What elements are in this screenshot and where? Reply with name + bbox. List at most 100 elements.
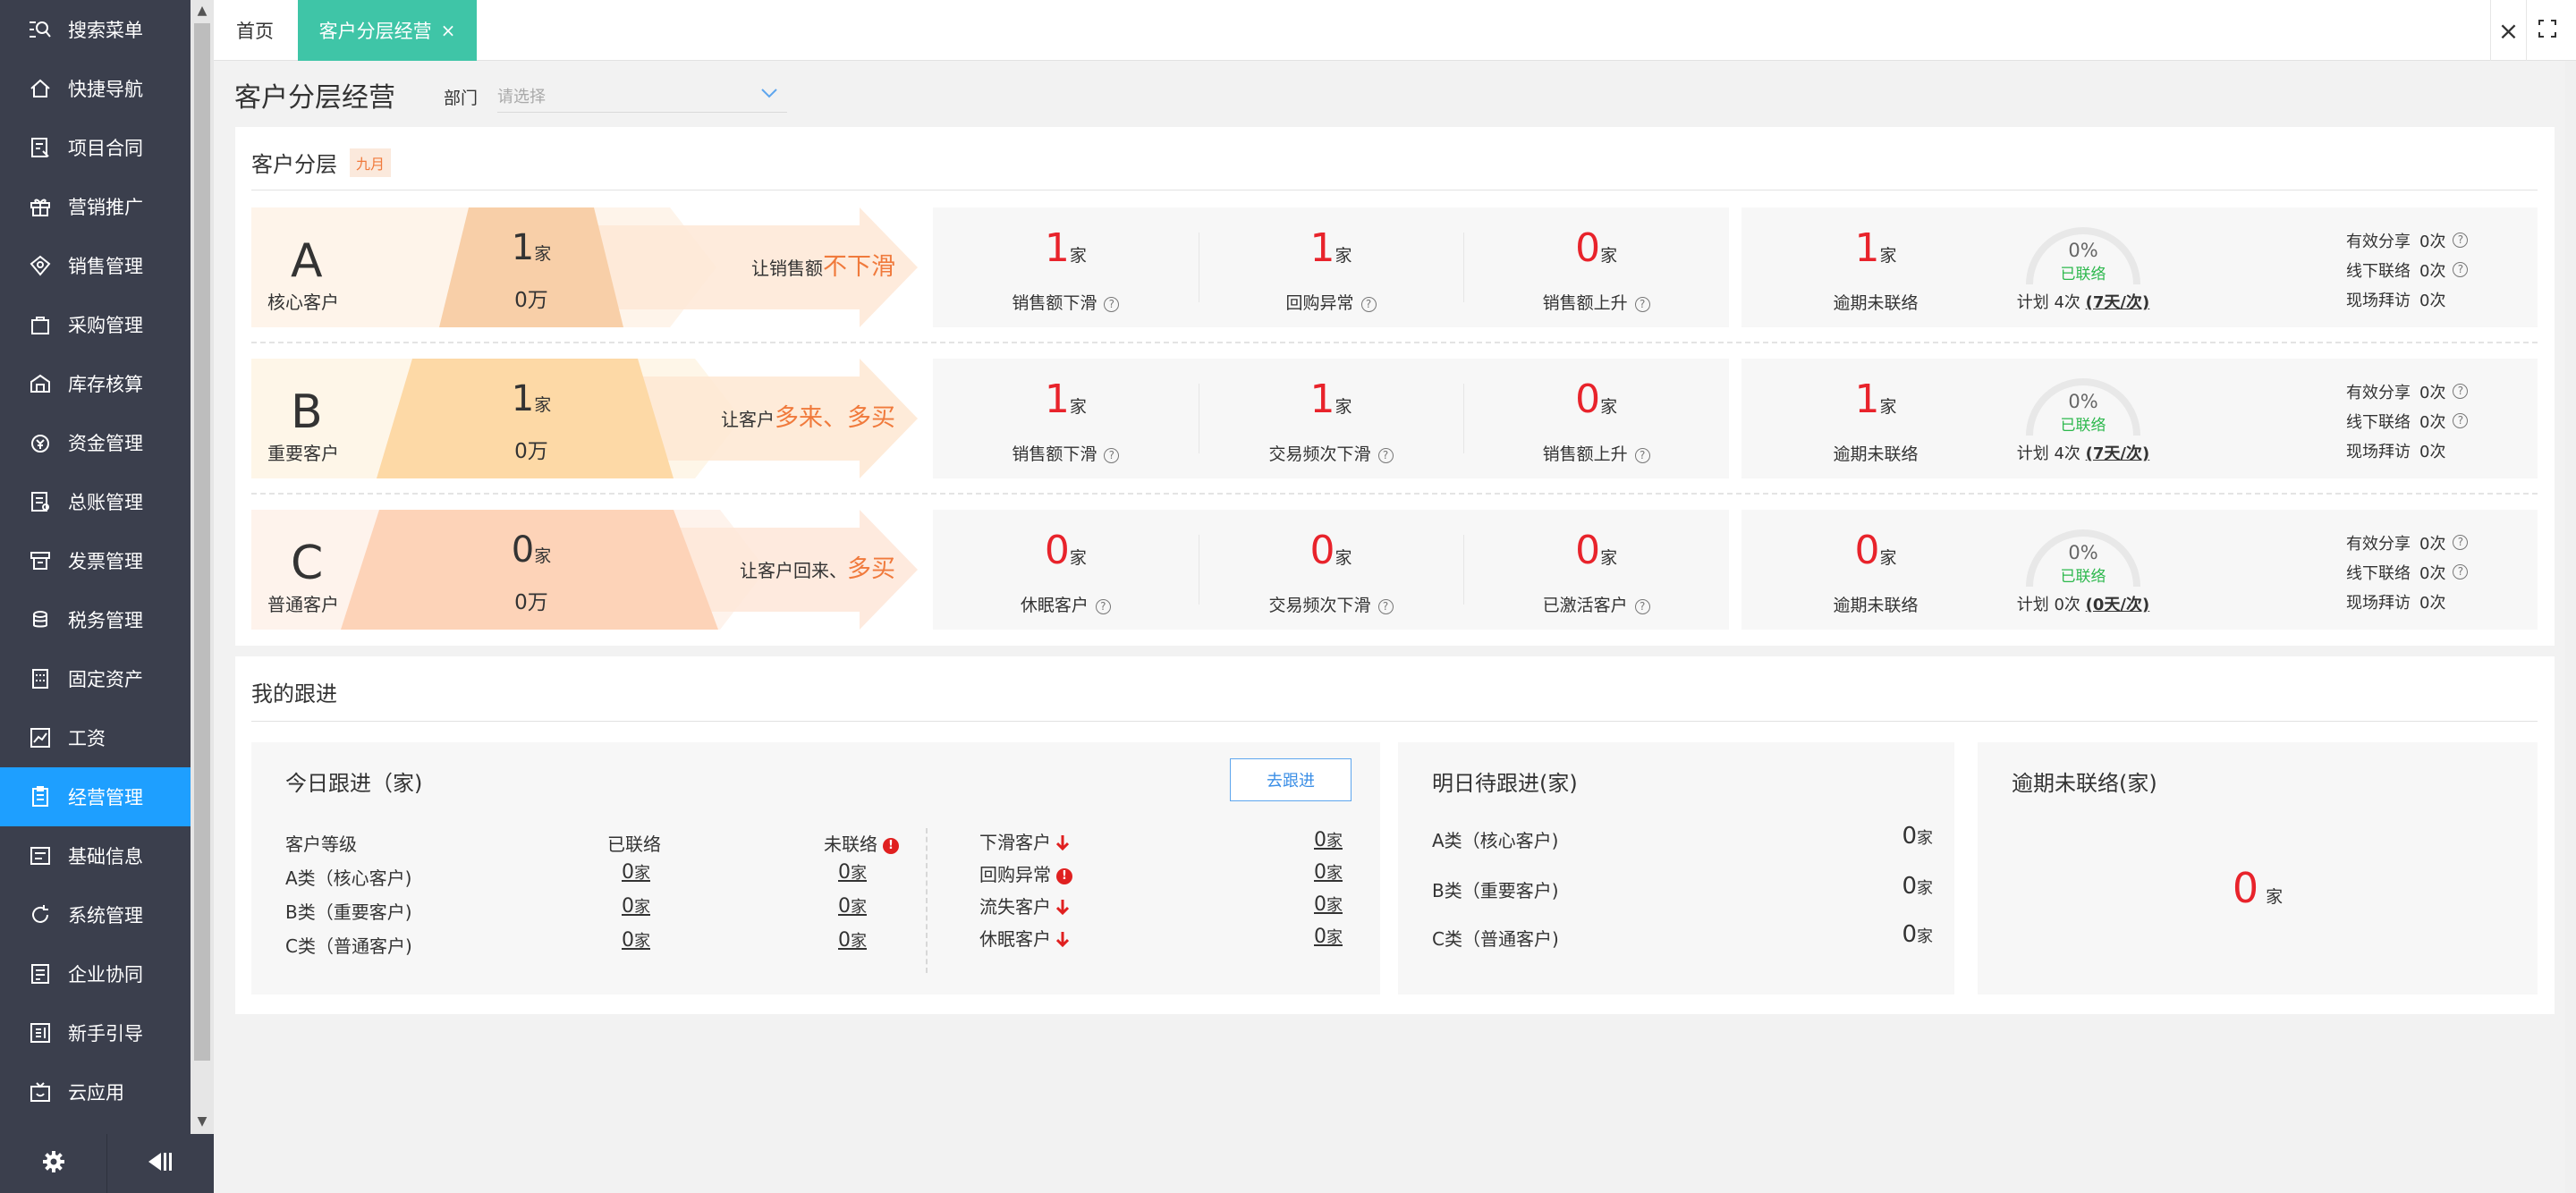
sidebar-item-search[interactable]: 搜索菜单 [0,0,191,59]
side-value-link[interactable]: 0家 [1314,828,1343,851]
dept-label: 部门 [444,89,479,108]
sidebar-item-basic-info[interactable]: 基础信息 [0,826,191,885]
help-icon[interactable]: ? [2453,262,2469,277]
tier-b-banner[interactable]: B 重要客户 1家 0万 让客户多来、多买 [251,359,933,478]
slogan-accent: 不下滑 [823,253,895,281]
sidebar-item-label: 资金管理 [68,433,143,454]
arrow-down-icon [1055,898,1070,919]
metric-cell[interactable]: 1家 销售额下滑? [933,359,1199,478]
slogan-accent: 多来、多买 [775,404,895,432]
metric-unit: 家 [1069,246,1087,266]
help-icon[interactable]: ? [1095,599,1111,614]
close-all-tabs-button[interactable]: × [2490,0,2526,61]
go-follow-button[interactable]: 去跟进 [1230,758,1352,801]
tier-c-banner[interactable]: C 普通客户 0家 0万 让客户回来、多买 [251,510,933,630]
tab-home[interactable]: 首页 [214,0,296,61]
dept-select[interactable]: 请选择 [497,79,787,113]
help-icon[interactable]: ? [1634,297,1650,312]
overdue-card: 逾期未联络(家) 0家 [1978,742,2538,994]
sidebar-item-sales[interactable]: 销售管理 [0,236,191,295]
sidebar-item-purchase[interactable]: 采购管理 [0,295,191,354]
overdue-unit: 家 [1879,548,1897,568]
overdue-cell[interactable]: 1家 逾期未联络 [1741,359,2010,478]
overdue-cell[interactable]: 0家 逾期未联络 [1741,510,2010,630]
plan-frequency-link[interactable]: (0天/次) [2086,596,2150,614]
sidebar-item-label: 库存核算 [68,374,143,395]
sidebar-item-guide[interactable]: 新手引导 [0,1003,191,1062]
metric-label: 销售额上升 [1542,444,1628,464]
col-header-contacted: 已联络 [607,833,661,855]
contacted-link[interactable]: 0家 [622,928,650,952]
overdue-cell[interactable]: 1家 逾期未联络 [1741,207,2010,327]
help-icon[interactable]: ? [2453,535,2469,550]
scroll-down-arrow-icon[interactable]: ▼ [191,1111,214,1132]
page-scrollbar[interactable] [2565,61,2576,1193]
sidebar-item-fixed-assets[interactable]: 固定资产 [0,649,191,708]
help-icon[interactable]: ? [1360,297,1377,312]
metric-cell[interactable]: 0家 销售额上升? [1463,207,1729,327]
settings-button[interactable] [0,1134,106,1193]
scrollbar-thumb[interactable] [194,23,210,1061]
sidebar-item-cloud-apps[interactable]: 云应用 [0,1062,191,1121]
sidebar-item-funds[interactable]: 资金管理 [0,413,191,472]
metric-label: 休眠客户 [1020,596,1089,615]
stat-value: 0次 [2419,232,2446,251]
overdue-unit: 家 [1879,246,1897,266]
help-icon[interactable]: ? [2453,564,2469,580]
metric-cell[interactable]: 0家 休眠客户? [933,510,1199,630]
help-icon[interactable]: ? [2453,233,2469,248]
scroll-up-arrow-icon[interactable]: ▲ [191,0,214,21]
help-icon[interactable]: ? [1377,448,1394,463]
help-icon[interactable]: ? [2453,413,2469,428]
not-contacted-link[interactable]: 0家 [838,928,867,952]
metric-unit: 家 [1335,548,1352,568]
sidebar-item-collaboration[interactable]: 企业协同 [0,944,191,1003]
tier-row-a: A 核心客户 1家 0万 让销售额不下滑 1家 销售额下滑? 1家 回购异常? 0家… [251,207,2538,327]
plan-frequency-link[interactable]: (7天/次) [2086,444,2150,463]
metric-cell[interactable]: 0家 销售额上升? [1463,359,1729,478]
sidebar-item-invoice[interactable]: 发票管理 [0,531,191,590]
metric-cell[interactable]: 1家 交易频次下滑? [1198,359,1464,478]
slogan-prefix: 让客户 [721,409,775,430]
sidebar-item-business-mgmt[interactable]: 经营管理 [0,767,191,826]
not-contacted-link[interactable]: 0家 [838,860,867,884]
side-value-link[interactable]: 0家 [1314,893,1343,916]
tab-customer-layering[interactable]: 客户分层经营 × [298,0,477,61]
help-icon[interactable]: ? [1634,448,1650,463]
plan-frequency-link[interactable]: (7天/次) [2086,293,2150,312]
contacted-link[interactable]: 0家 [622,860,650,884]
sidebar-item-ledger[interactable]: 总账管理 [0,472,191,531]
side-value-link[interactable]: 0家 [1314,860,1343,884]
help-icon[interactable]: ? [1377,599,1394,614]
collapse-sidebar-button[interactable] [106,1134,213,1193]
sidebar-item-marketing[interactable]: 营销推广 [0,177,191,236]
sidebar-item-inventory[interactable]: 库存核算 [0,354,191,413]
metric-cell[interactable]: 1家 销售额下滑? [933,207,1199,327]
tier-a-banner[interactable]: A 核心客户 1家 0万 让销售额不下滑 [251,207,933,327]
sidebar-item-quick-nav[interactable]: 快捷导航 [0,59,191,118]
help-icon[interactable]: ? [2453,384,2469,399]
help-icon[interactable]: ? [1104,448,1120,463]
contacted-link[interactable]: 0家 [622,894,650,918]
tier-slogan: 让客户回来、多买 [663,549,895,584]
metric-cell[interactable]: 1家 回购异常? [1198,207,1464,327]
tier-count: 1家 [460,378,603,419]
tab-close-icon[interactable]: × [441,20,456,41]
overdue-total[interactable]: 0家 [1978,864,2538,912]
sidebar-item-salary[interactable]: 工资 [0,708,191,767]
sidebar-item-label: 云应用 [68,1082,124,1104]
metric-cell[interactable]: 0家 已激活客户? [1463,510,1729,630]
fullscreen-button[interactable] [2526,0,2567,61]
metric-cell[interactable]: 0家 交易频次下滑? [1198,510,1464,630]
sidebar-item-contract[interactable]: 项目合同 [0,118,191,177]
help-icon[interactable]: ? [1634,599,1650,614]
sidebar-item-system[interactable]: 系统管理 [0,885,191,944]
help-icon[interactable]: ? [1104,297,1120,312]
side-value-link[interactable]: 0家 [1314,925,1343,948]
tier-metrics: 1家 销售额下滑? 1家 交易频次下滑? 0家 销售额上升? [933,359,1729,478]
contact-plan: 计划 4次 (7天/次) [1994,441,2173,464]
sidebar-scrollbar[interactable]: ▲ ▼ [191,0,214,1134]
sidebar-item-tax[interactable]: 税务管理 [0,590,191,649]
tier-followup: 1家 逾期未联络 0% 已联络 计划 4次 (7天/次) 有效分享 0次? 线下联络… [1741,359,2538,478]
not-contacted-link[interactable]: 0家 [838,894,867,918]
